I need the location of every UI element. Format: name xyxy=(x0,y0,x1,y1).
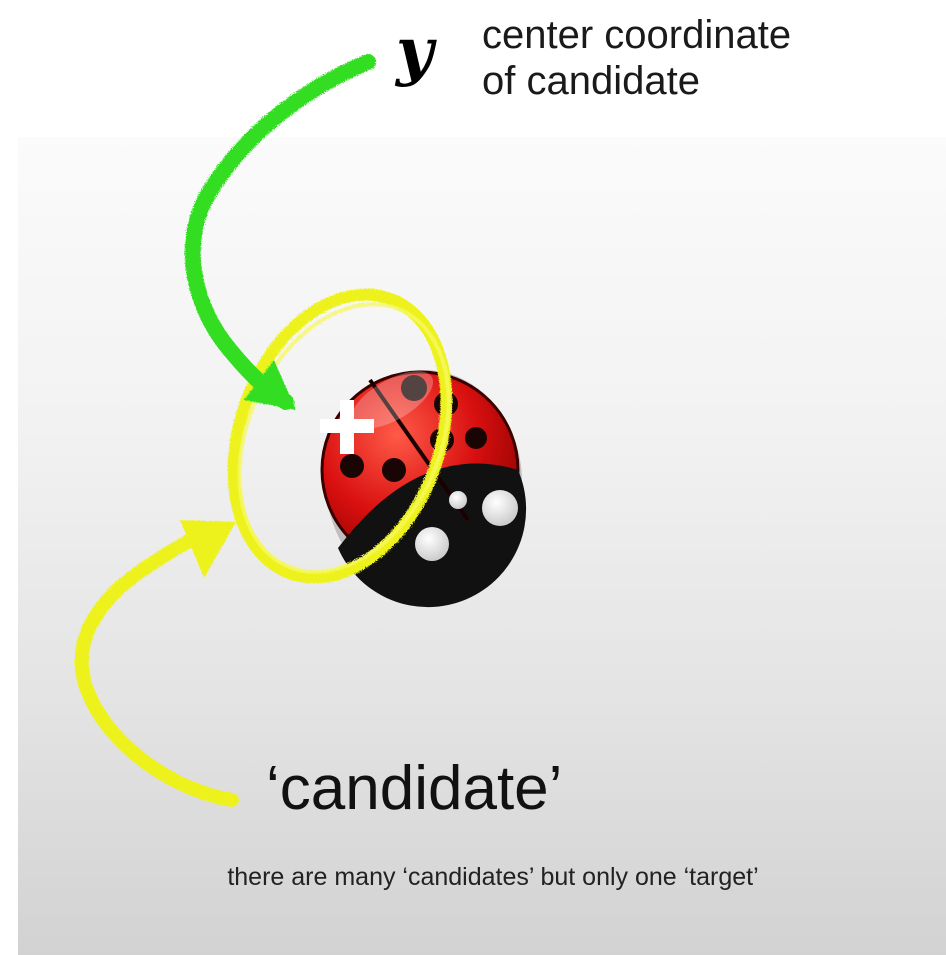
annotation-line-1: center coordinate xyxy=(482,13,792,57)
explanatory-note: there are many ‘candidates’ but only one… xyxy=(227,863,759,891)
annotation-line-2: of candidate xyxy=(482,59,700,103)
candidate-label: ‘candidate’ xyxy=(266,754,563,823)
annotation-caption: center coordinate of candidate xyxy=(482,12,791,104)
yellow-arrow xyxy=(74,520,239,807)
y-symbol: y xyxy=(396,14,434,89)
